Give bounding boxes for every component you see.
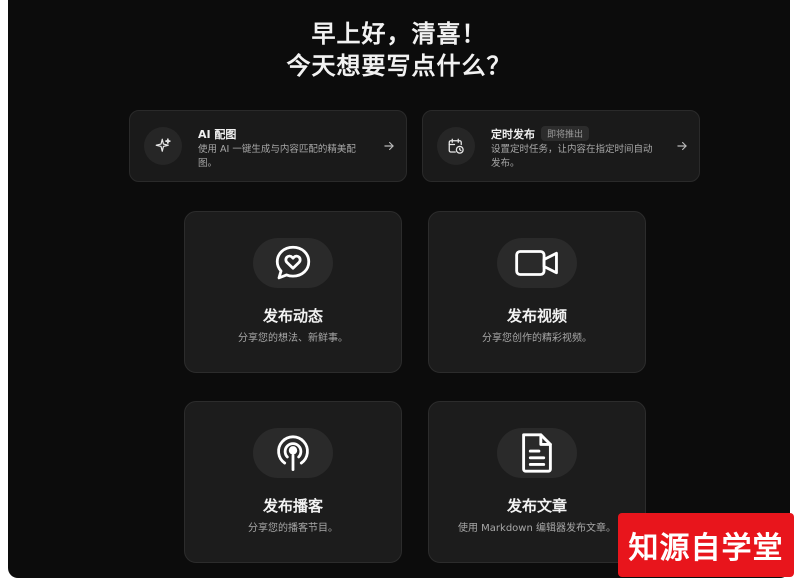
card-description: 分享您创作的精彩视频。 (482, 333, 592, 344)
arrow-right-icon (384, 141, 394, 151)
calendar-clock-icon (437, 127, 475, 165)
card-description: 分享您的想法、新鲜事。 (238, 333, 348, 344)
feature-title: 定时发布 即将推出 (491, 126, 590, 142)
feature-description: 使用 AI 一键生成与内容匹配的精美配图。 (198, 144, 356, 169)
arrow-right-icon (677, 141, 687, 151)
chat-heart-icon (253, 238, 333, 288)
card-title: 发布动态 (262, 307, 323, 325)
card-title: 发布文章 (506, 497, 567, 515)
coming-soon-badge: 即将推出 (541, 126, 590, 141)
publish-podcast-card[interactable]: 发布播客 分享您的播客节目。 (184, 401, 402, 563)
publish-article-card[interactable]: 发布文章 使用 Markdown 编辑器发布文章。 (428, 401, 646, 563)
sparkle-icon (144, 127, 182, 165)
watermark-logo: 知源自学堂 (618, 513, 794, 577)
card-description: 使用 Markdown 编辑器发布文章。 (458, 523, 616, 534)
video-camera-icon (497, 238, 577, 288)
greeting-line-1: 早上好，清喜！ (311, 20, 487, 48)
greeting-heading: 早上好，清喜！ 今天想要写点什么？ (8, 18, 790, 82)
feature-title: AI 配图 (198, 128, 237, 141)
publish-post-card[interactable]: 发布动态 分享您的想法、新鲜事。 (184, 211, 402, 373)
publish-video-card[interactable]: 发布视频 分享您创作的精彩视频。 (428, 211, 646, 373)
feature-ai-image[interactable]: AI 配图 使用 AI 一键生成与内容匹配的精美配图。 (129, 110, 407, 182)
feature-description: 设置定时任务，让内容在指定时间自动发布。 (491, 144, 653, 169)
card-title: 发布播客 (262, 497, 323, 515)
card-description: 分享您的播客节目。 (248, 523, 338, 534)
podcast-icon (253, 428, 333, 478)
greeting-line-2: 今天想要写点什么？ (286, 52, 512, 80)
document-icon (497, 428, 577, 478)
feature-scheduled-publish[interactable]: 定时发布 即将推出 设置定时任务，让内容在指定时间自动发布。 (422, 110, 700, 182)
app-frame: 早上好，清喜！ 今天想要写点什么？ AI 配图 使用 AI 一键生成与内容匹配的… (8, 0, 790, 578)
card-title: 发布视频 (506, 307, 567, 325)
feature-title-text: 定时发布 (491, 128, 535, 141)
